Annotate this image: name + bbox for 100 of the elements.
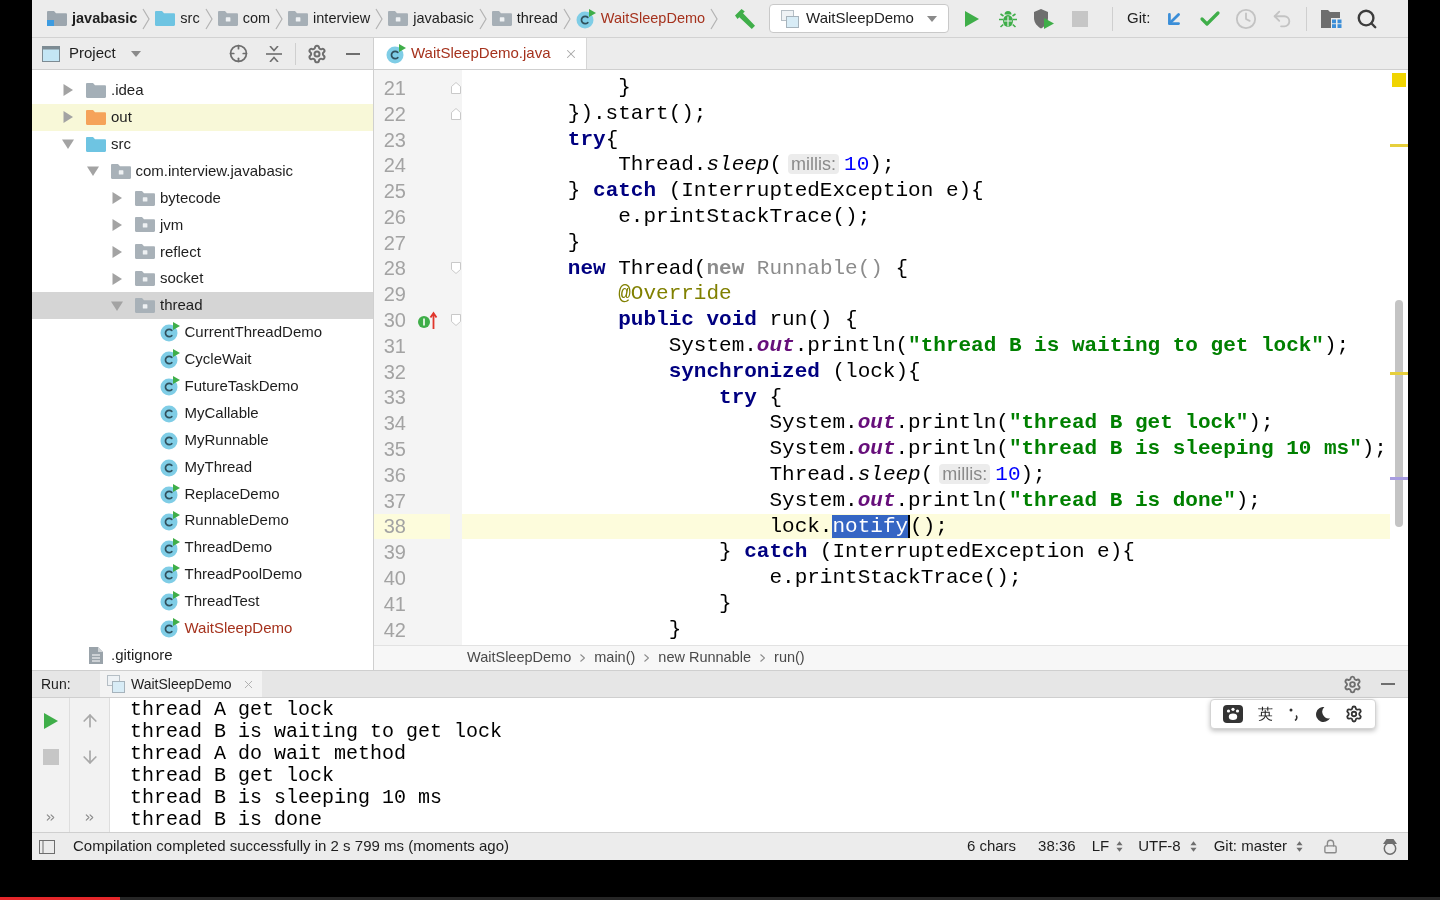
code-line: e.printStackTrace(); (768, 565, 1022, 591)
expand-arrow-icon[interactable] (111, 272, 123, 285)
tree-item[interactable]: .gitignore (32, 641, 373, 669)
tree-item[interactable]: thread (32, 292, 373, 319)
settings-icon[interactable] (1345, 705, 1364, 723)
breadcrumb-item[interactable]: WaitSleepDemo (575, 7, 706, 30)
breadcrumb-item[interactable]: WaitSleepDemo (467, 647, 572, 669)
expand-arrow-icon[interactable] (111, 218, 123, 231)
paw-logo-icon[interactable] (1222, 705, 1243, 723)
settings-icon (307, 43, 327, 64)
console-line: thread B is waiting to get lock (130, 721, 503, 743)
tree-item[interactable]: WaitSleepDemo (32, 614, 373, 642)
code-line: e.printStackTrace(); (617, 204, 871, 230)
tree-item[interactable]: CycleWait (32, 345, 373, 373)
line-number: 35 (382, 437, 407, 462)
console-line: thread A do wait method (130, 743, 407, 765)
tree-item[interactable]: reflect (32, 238, 373, 266)
bug-icon (999, 9, 1018, 28)
tree-item[interactable]: RunnableDemo (32, 507, 373, 535)
editor-tab[interactable]: WaitSleepDemo.java (374, 38, 587, 69)
crosshair-icon (228, 44, 248, 63)
caret-position[interactable]: 38:36 (1038, 835, 1076, 858)
tree-item[interactable]: CurrentThreadDemo (32, 319, 373, 346)
breadcrumb-item[interactable]: src (155, 7, 200, 30)
git-branch-selector[interactable]: Git: master (1213, 835, 1303, 858)
tree-item[interactable]: jvm (32, 211, 373, 239)
head-with-hat-icon[interactable] (1382, 838, 1398, 855)
code-line: System.out.println("thread B is sleeping 10 ms"); (768, 436, 1387, 462)
tree-item[interactable]: FutureTaskDemo (32, 372, 373, 400)
up-down-caret-icon (1296, 841, 1303, 852)
line-number: 40 (382, 566, 407, 591)
breadcrumb-item[interactable]: javabasic (388, 7, 474, 30)
expand-arrow-icon[interactable] (62, 84, 74, 97)
package-icon (288, 11, 309, 26)
minus-icon (346, 52, 360, 55)
expand-arrow-icon[interactable] (111, 245, 123, 258)
breadcrumb-item[interactable]: com (217, 7, 271, 30)
language-toggle[interactable]: 英 (1258, 702, 1274, 726)
line-separator-selector[interactable]: LF (1091, 835, 1124, 858)
breadcrumb-item[interactable]: javabasic (47, 7, 138, 30)
tool-windows-toggle[interactable] (39, 838, 55, 855)
tree-item[interactable]: MyThread (32, 453, 373, 481)
expand-arrow-icon[interactable] (62, 138, 74, 151)
expand-arrow-icon[interactable] (111, 192, 123, 204)
line-number: 29 (382, 282, 407, 308)
fold-marker-icon[interactable] (451, 81, 461, 94)
encoding-selector[interactable]: UTF-8 (1138, 835, 1197, 858)
expand-arrow-icon[interactable] (62, 111, 74, 124)
warning-stripe-marker[interactable] (1390, 372, 1408, 375)
implements-marker-icon[interactable] (418, 311, 438, 330)
tree-item[interactable]: bytecode (32, 184, 373, 212)
folder-icon (86, 136, 106, 152)
tree-item[interactable]: MyRunnable (32, 426, 373, 454)
chevron-right-icon (204, 7, 213, 30)
tree-item[interactable]: ThreadPoolDemo (32, 561, 373, 588)
tree-item[interactable]: socket (32, 265, 373, 293)
package-icon (135, 190, 155, 206)
tree-item[interactable]: .idea (32, 77, 373, 104)
console-line: thread B get lock (130, 765, 335, 787)
line-number: 26 (382, 204, 407, 230)
project-view-dropdown[interactable]: Project (42, 42, 141, 65)
breadcrumb-item[interactable]: thread (491, 7, 558, 30)
line-number: 41 (382, 591, 407, 617)
breadcrumb-item[interactable]: main() (594, 647, 636, 669)
expand-arrow-icon[interactable] (111, 299, 123, 312)
tree-item[interactable]: out (32, 103, 373, 131)
line-number: 25 (382, 179, 407, 204)
tree-item[interactable]: com.interview.javabasic (32, 157, 373, 185)
panel-toggle-icon (39, 839, 55, 854)
punctuation-icon[interactable] (1289, 707, 1299, 721)
stacked-windows-icon (107, 675, 125, 693)
tree-item[interactable]: ReplaceDemo (32, 480, 373, 508)
tree-item[interactable]: src (32, 130, 373, 158)
lock-icon[interactable] (1323, 839, 1338, 854)
line-number: 30 (382, 308, 407, 333)
moon-icon[interactable] (1314, 706, 1330, 722)
line-number: 22 (382, 101, 407, 127)
expand-arrow-icon[interactable] (86, 165, 99, 178)
package-icon (135, 244, 155, 260)
fold-marker-icon[interactable] (451, 262, 461, 275)
text-file-icon (89, 646, 103, 664)
run-configuration-dropdown[interactable]: WaitSleepDemo (769, 4, 950, 33)
breadcrumb-item[interactable]: interview (288, 7, 371, 30)
scrollbar-thumb[interactable] (1395, 300, 1403, 527)
package-icon (135, 298, 155, 314)
line-number: 39 (382, 540, 407, 566)
video-progress-track[interactable] (0, 897, 1440, 900)
run-tab[interactable]: WaitSleepDemo (100, 671, 262, 697)
breadcrumb-item[interactable]: new Runnable (658, 647, 752, 669)
chevron-right-icon (760, 654, 766, 662)
info-stripe-marker[interactable] (1390, 477, 1408, 480)
chevron-right-icon (142, 7, 151, 30)
package-icon (135, 217, 155, 233)
breadcrumb-item[interactable]: run() (774, 647, 805, 669)
tree-item[interactable]: ThreadTest (32, 587, 373, 615)
warning-stripe-marker[interactable] (1390, 144, 1408, 147)
fold-marker-icon[interactable] (451, 107, 461, 120)
tree-item[interactable]: MyCallable (32, 399, 373, 427)
tree-item[interactable]: ThreadDemo (32, 534, 373, 562)
fold-marker-icon[interactable] (451, 314, 461, 327)
